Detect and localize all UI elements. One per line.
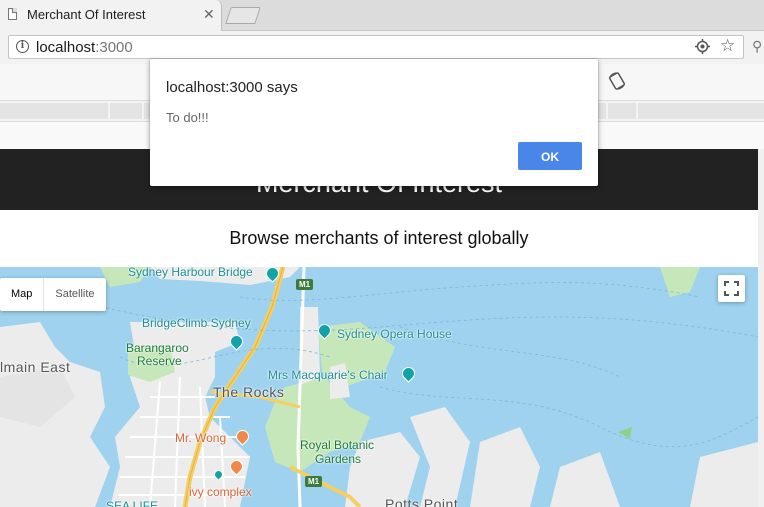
new-tab-button[interactable] (225, 7, 261, 24)
label-barangaroo: Barangaroo (126, 341, 189, 355)
rotate-icon[interactable] (608, 72, 626, 95)
extension-icon[interactable]: ⚲ (752, 38, 762, 55)
map-type-control: Map Satellite (0, 278, 106, 311)
fullscreen-icon (724, 281, 739, 296)
label-balmain-east: lmain East (0, 359, 71, 375)
document-icon (8, 8, 17, 20)
device-bar-segment[interactable] (0, 103, 108, 119)
label-mr-wong: Mr. Wong (175, 431, 227, 445)
location-target-icon[interactable] (695, 39, 710, 59)
close-tab-icon[interactable]: ✕ (203, 6, 215, 22)
label-royal-botanic: Royal Botanic (300, 438, 375, 452)
label-sea-life: SEA LIFE (106, 499, 159, 507)
device-bar-segment[interactable] (110, 103, 142, 119)
map-type-map-button[interactable]: Map (0, 278, 45, 311)
fullscreen-button[interactable] (718, 275, 745, 302)
ok-button[interactable]: OK (518, 142, 582, 170)
tab-title: Merchant Of Interest (27, 7, 146, 22)
info-icon[interactable]: i (16, 40, 29, 53)
address-bar[interactable]: i localhost:3000 ☆ (8, 35, 744, 59)
device-bar-segment[interactable] (638, 103, 764, 119)
m1-shield: M1 (296, 279, 314, 290)
label-ivy-complex: ivy complex (189, 485, 252, 499)
alert-dialog: localhost:3000 says To do!!! OK (150, 59, 598, 186)
subtitle-bar: Browse merchants of interest globally (0, 210, 758, 267)
label-opera-house: Sydney Opera House (337, 327, 452, 341)
label-harbour-bridge: Sydney Harbour Bridge (128, 267, 253, 279)
label-gardens: Gardens (315, 452, 362, 466)
dialog-message: To do!!! (166, 110, 209, 125)
map-canvas (0, 267, 758, 507)
scrollbar[interactable] (758, 149, 764, 507)
label-potts-point: Potts Point (385, 496, 459, 507)
page-subtitle: Browse merchants of interest globally (229, 228, 529, 248)
m1-shield: M1 (305, 476, 323, 487)
label-barangaroo-reserve: Reserve (137, 354, 182, 368)
device-bar-segment[interactable] (608, 103, 636, 119)
google-map[interactable]: Sydney Harbour Bridge M1 BridgeClimb Syd… (0, 267, 758, 507)
url-text[interactable]: localhost:3000 (36, 39, 133, 56)
label-the-rocks: The Rocks (213, 384, 285, 400)
label-bridgeclimb: BridgeClimb Sydney (142, 316, 251, 330)
label-mrs-macquarie: Mrs Macquarie's Chair (268, 368, 388, 382)
browser-tab[interactable]: Merchant Of Interest ✕ (0, 0, 222, 31)
bookmark-star-icon[interactable]: ☆ (720, 37, 735, 55)
map-type-satellite-button[interactable]: Satellite (44, 278, 105, 311)
tab-strip: Merchant Of Interest ✕ (0, 0, 764, 31)
dialog-title: localhost:3000 says (166, 79, 298, 96)
